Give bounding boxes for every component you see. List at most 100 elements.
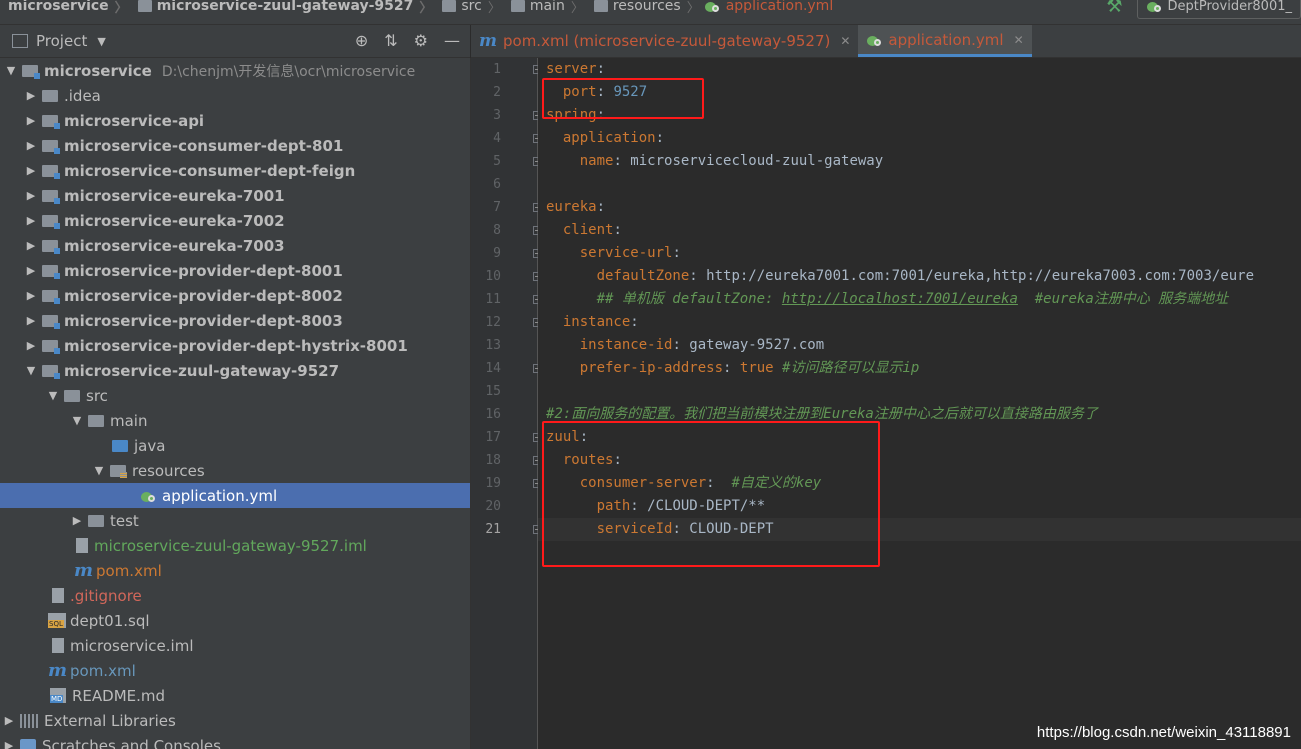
yml-file-icon [140, 489, 156, 503]
collapsed-arrow-icon[interactable]: ▶ [26, 89, 36, 102]
breadcrumb-item-file[interactable]: application.yml [700, 0, 833, 18]
build-hammer-icon[interactable]: ⚒ [1106, 0, 1122, 17]
tree-item-root-pom[interactable]: m pom.xml [0, 658, 470, 683]
tree-item-module[interactable]: ▶ microservice-provider-dept-8003 [0, 308, 470, 333]
code-editor[interactable]: server: port: 9527 spring: application: n… [538, 58, 1301, 749]
tree-item-module[interactable]: ▶ microservice-consumer-dept-feign [0, 158, 470, 183]
tree-item-module[interactable]: ▶ microservice-provider-dept-8001 [0, 258, 470, 283]
code-line[interactable]: defaultZone: http://eureka7001.com:7001/… [538, 265, 1301, 288]
line-number: 1 [493, 62, 501, 77]
code-line[interactable]: eureka: [538, 196, 1301, 219]
breadcrumb-item-project[interactable]: microservice 〉 [8, 0, 128, 18]
tree-item-module[interactable]: ▶ microservice-eureka-7002 [0, 208, 470, 233]
module-folder-icon [42, 189, 60, 204]
tree-item-gitignore[interactable]: .gitignore [0, 583, 470, 608]
code-line[interactable]: prefer-ip-address: true #访问路径可以显示ip [538, 357, 1301, 380]
line-number: 12 [485, 315, 501, 330]
code-line[interactable]: application: [538, 127, 1301, 150]
tab-application-yml[interactable]: application.yml ✕ [858, 25, 1032, 57]
tree-item-java[interactable]: java [0, 433, 470, 458]
collapsed-arrow-icon[interactable]: ▶ [26, 189, 36, 202]
module-folder-icon [42, 289, 60, 304]
project-panel-title[interactable]: Project [36, 32, 87, 50]
tree-item-resources[interactable]: ▼ resources [0, 458, 470, 483]
code-line[interactable]: service-url: [538, 242, 1301, 265]
line-number: 8 [493, 223, 501, 238]
hide-panel-icon[interactable]: — [444, 31, 460, 50]
tab-pom-xml[interactable]: m pom.xml (microservice-zuul-gateway-952… [471, 25, 858, 57]
expand-arrow-icon[interactable]: ▼ [72, 414, 82, 427]
tree-item-module-iml[interactable]: microservice-zuul-gateway-9527.iml [0, 533, 470, 558]
line-number: 6 [493, 177, 501, 192]
line-number: 14 [485, 361, 501, 376]
collapsed-arrow-icon[interactable]: ▶ [4, 714, 14, 727]
expand-arrow-icon[interactable]: ▼ [48, 389, 58, 402]
code-line[interactable] [538, 173, 1301, 196]
collapsed-arrow-icon[interactable]: ▶ [26, 339, 36, 352]
breadcrumb-item-resources[interactable]: resources 〉 [584, 0, 700, 18]
collapsed-arrow-icon[interactable]: ▶ [72, 514, 82, 527]
tree-item-scratches[interactable]: ▶ Scratches and Consoles [0, 733, 470, 749]
line-number: 7 [493, 200, 501, 215]
tree-item-module[interactable]: ▶ microservice-provider-dept-hystrix-800… [0, 333, 470, 358]
tree-item-module[interactable]: ▶ microservice-provider-dept-8002 [0, 283, 470, 308]
line-number: 13 [485, 338, 501, 353]
code-line[interactable]: instance-id: gateway-9527.com [538, 334, 1301, 357]
tree-item-module[interactable]: ▶ microservice-consumer-dept-801 [0, 133, 470, 158]
collapsed-arrow-icon[interactable]: ▶ [26, 239, 36, 252]
breadcrumb-item-src[interactable]: src 〉 [432, 0, 501, 18]
collapsed-arrow-icon[interactable]: ▶ [26, 164, 36, 177]
tree-item-module[interactable]: ▶ microservice-eureka-7003 [0, 233, 470, 258]
tree-item-src[interactable]: ▼ src [0, 383, 470, 408]
expand-arrow-icon[interactable]: ▼ [6, 64, 16, 77]
tree-item-module[interactable]: ▶ microservice-eureka-7001 [0, 183, 470, 208]
tree-item-root[interactable]: ▼ microservice D:\chenjm\开发信息\ocr\micros… [0, 58, 470, 83]
folder-icon [510, 0, 525, 12]
collapsed-arrow-icon[interactable]: ▶ [26, 139, 36, 152]
tree-item-main[interactable]: ▼ main [0, 408, 470, 433]
folder-icon [88, 514, 104, 527]
collapsed-arrow-icon[interactable]: ▶ [26, 114, 36, 127]
collapsed-arrow-icon[interactable]: ▶ [26, 314, 36, 327]
line-number: 2 [493, 85, 501, 100]
tree-item-external-libraries[interactable]: ▶ External Libraries [0, 708, 470, 733]
watermark: https://blog.csdn.net/weixin_43118891 [1036, 724, 1291, 741]
breadcrumb-item-main[interactable]: main 〉 [501, 0, 584, 18]
run-configuration-selector[interactable]: DeptProvider8001_ [1136, 0, 1301, 19]
toolbar-right: ⚒ DeptProvider8001_ [1106, 0, 1301, 19]
line-number: 18 [485, 453, 501, 468]
chevron-down-icon[interactable]: ▼ [97, 35, 105, 48]
code-line[interactable]: instance: [538, 311, 1301, 334]
module-folder-icon [42, 139, 60, 154]
expand-arrow-icon[interactable]: ▼ [26, 364, 36, 377]
maven-m-icon: m [74, 560, 94, 581]
code-line[interactable] [538, 380, 1301, 403]
collapsed-arrow-icon[interactable]: ▶ [26, 264, 36, 277]
tree-item-application-yml[interactable]: application.yml [0, 483, 470, 508]
tree-item-test[interactable]: ▶ test [0, 508, 470, 533]
editor-gutter: 1 2 3 4 5 6 7 8 9 10 11 12 13 14 15 16 17 18 19 20 21 [471, 58, 542, 749]
breadcrumb-item-module[interactable]: microservice-zuul-gateway-9527 〉 [128, 0, 432, 18]
gear-icon[interactable]: ⚙ [414, 31, 428, 50]
code-line[interactable]: name: microservicecloud-zuul-gateway [538, 150, 1301, 173]
code-line[interactable]: client: [538, 219, 1301, 242]
code-line[interactable]: ## 单机版 defaultZone: http://localhost:700… [538, 288, 1301, 311]
resources-folder-icon [110, 464, 127, 478]
collapsed-arrow-icon[interactable]: ▶ [26, 289, 36, 302]
tree-item-dept01-sql[interactable]: dept01.sql [0, 608, 470, 633]
expand-arrow-icon[interactable]: ▼ [94, 464, 104, 477]
tree-item-idea[interactable]: ▶ .idea [0, 83, 470, 108]
tree-item-module[interactable]: ▶ microservice-api [0, 108, 470, 133]
iml-file-icon [52, 638, 64, 653]
close-icon[interactable]: ✕ [1014, 33, 1024, 47]
tree-item-readme[interactable]: README.md [0, 683, 470, 708]
collapsed-arrow-icon[interactable]: ▶ [4, 739, 14, 749]
collapse-all-icon[interactable]: ⇅ [384, 31, 397, 50]
tree-item-module-pom[interactable]: m pom.xml [0, 558, 470, 583]
locate-crosshair-icon[interactable]: ⊕ [355, 31, 368, 50]
iml-file-icon [76, 538, 88, 553]
collapsed-arrow-icon[interactable]: ▶ [26, 214, 36, 227]
tree-item-module-expanded[interactable]: ▼ microservice-zuul-gateway-9527 [0, 358, 470, 383]
close-icon[interactable]: ✕ [840, 34, 850, 48]
tree-item-microservice-iml[interactable]: microservice.iml [0, 633, 470, 658]
